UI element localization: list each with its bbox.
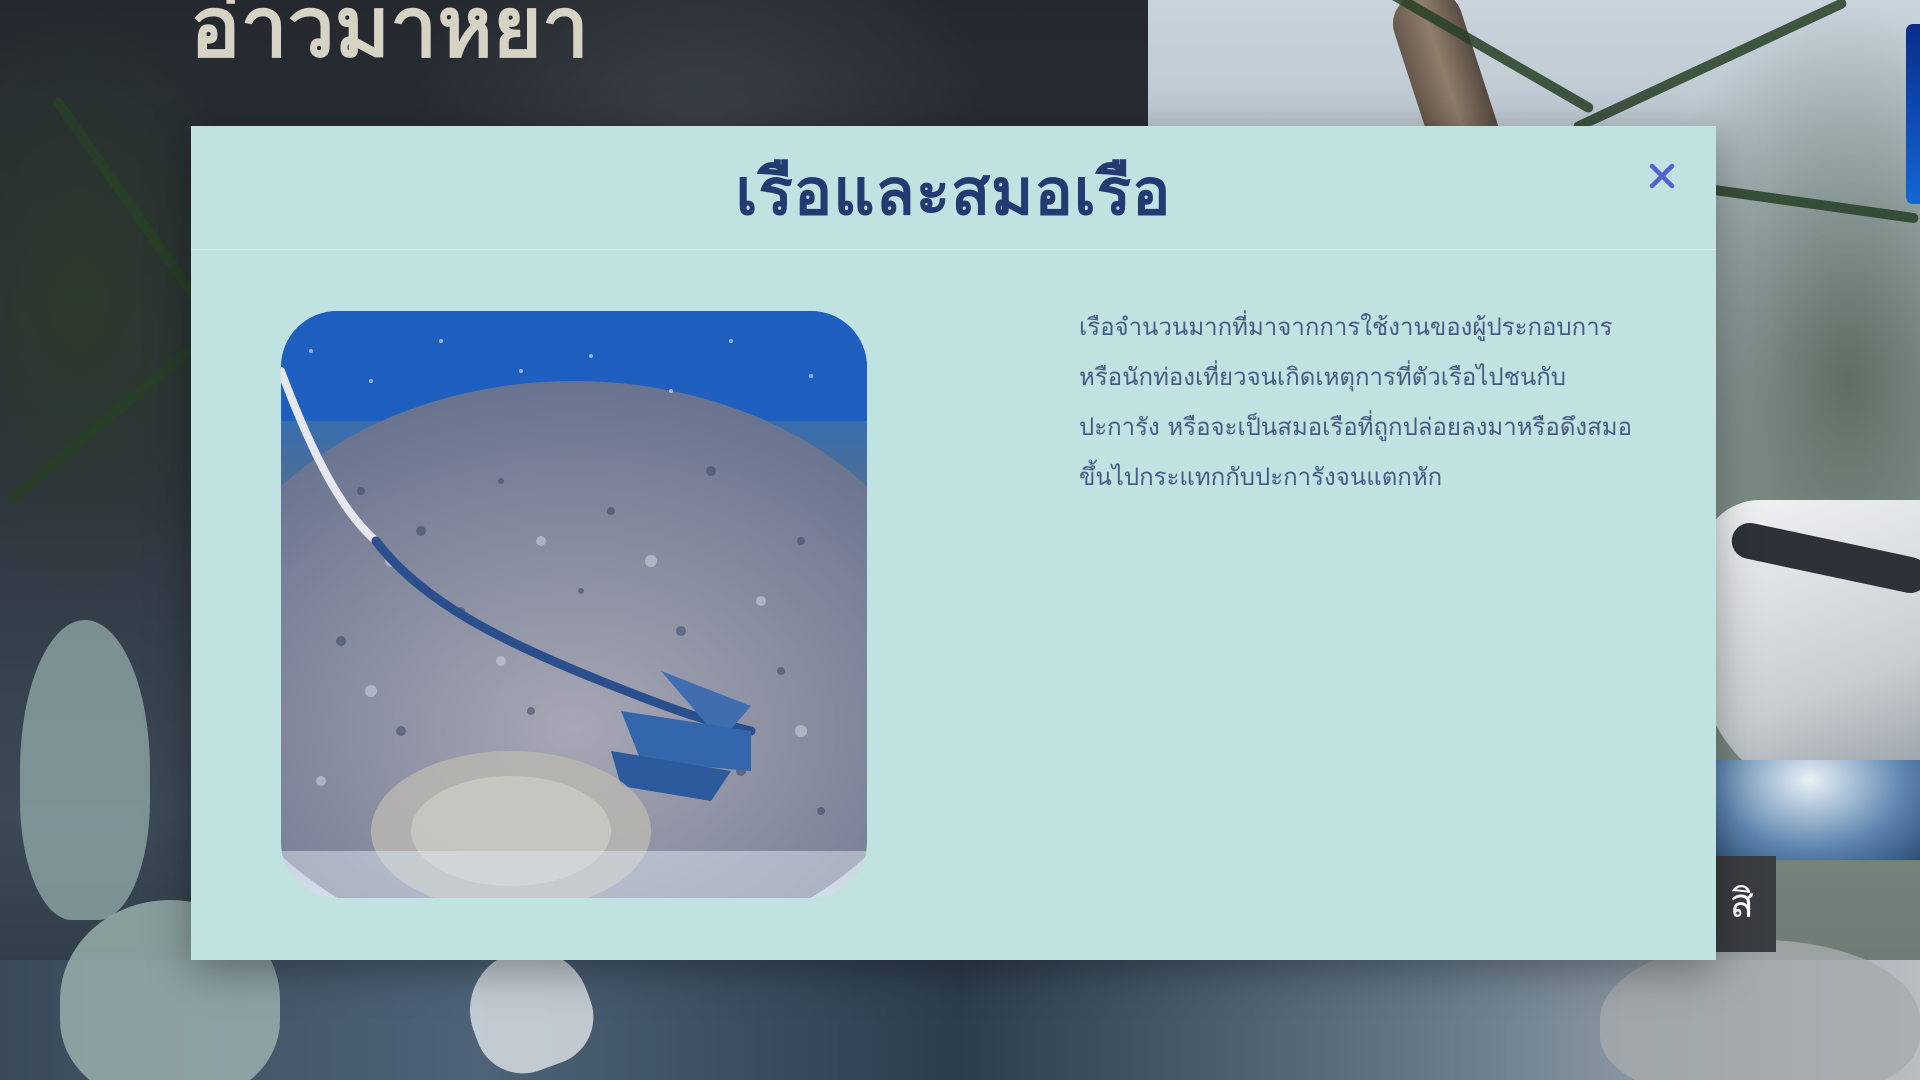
anchor-on-coral-photo [281,311,867,898]
modal-title: เรือและสมอเรือ [735,154,1172,230]
coral-decoration [20,620,150,920]
page: อ่าวมาหยา สิ เรือและสมอเรือ เรือจำนวนมาก… [0,0,1920,1080]
modal-header: เรือและสมอเรือ [191,126,1716,250]
modal-description: เรือจำนวนมากที่มาจากการใช้งานของผู้ประกอ… [1079,313,1633,491]
modal-body: เรือจำนวนมากที่มาจากการใช้งานของผู้ประกอ… [191,250,1716,960]
close-icon [1649,163,1675,193]
wave-image [1700,760,1920,860]
info-modal: เรือและสมอเรือ เรือจำนวนมากที่มาจากการใช… [191,126,1716,960]
scrollbar-thumb[interactable] [1906,24,1920,204]
close-button[interactable] [1640,156,1684,200]
background-page-title: อ่าวมาหยา [190,0,590,76]
